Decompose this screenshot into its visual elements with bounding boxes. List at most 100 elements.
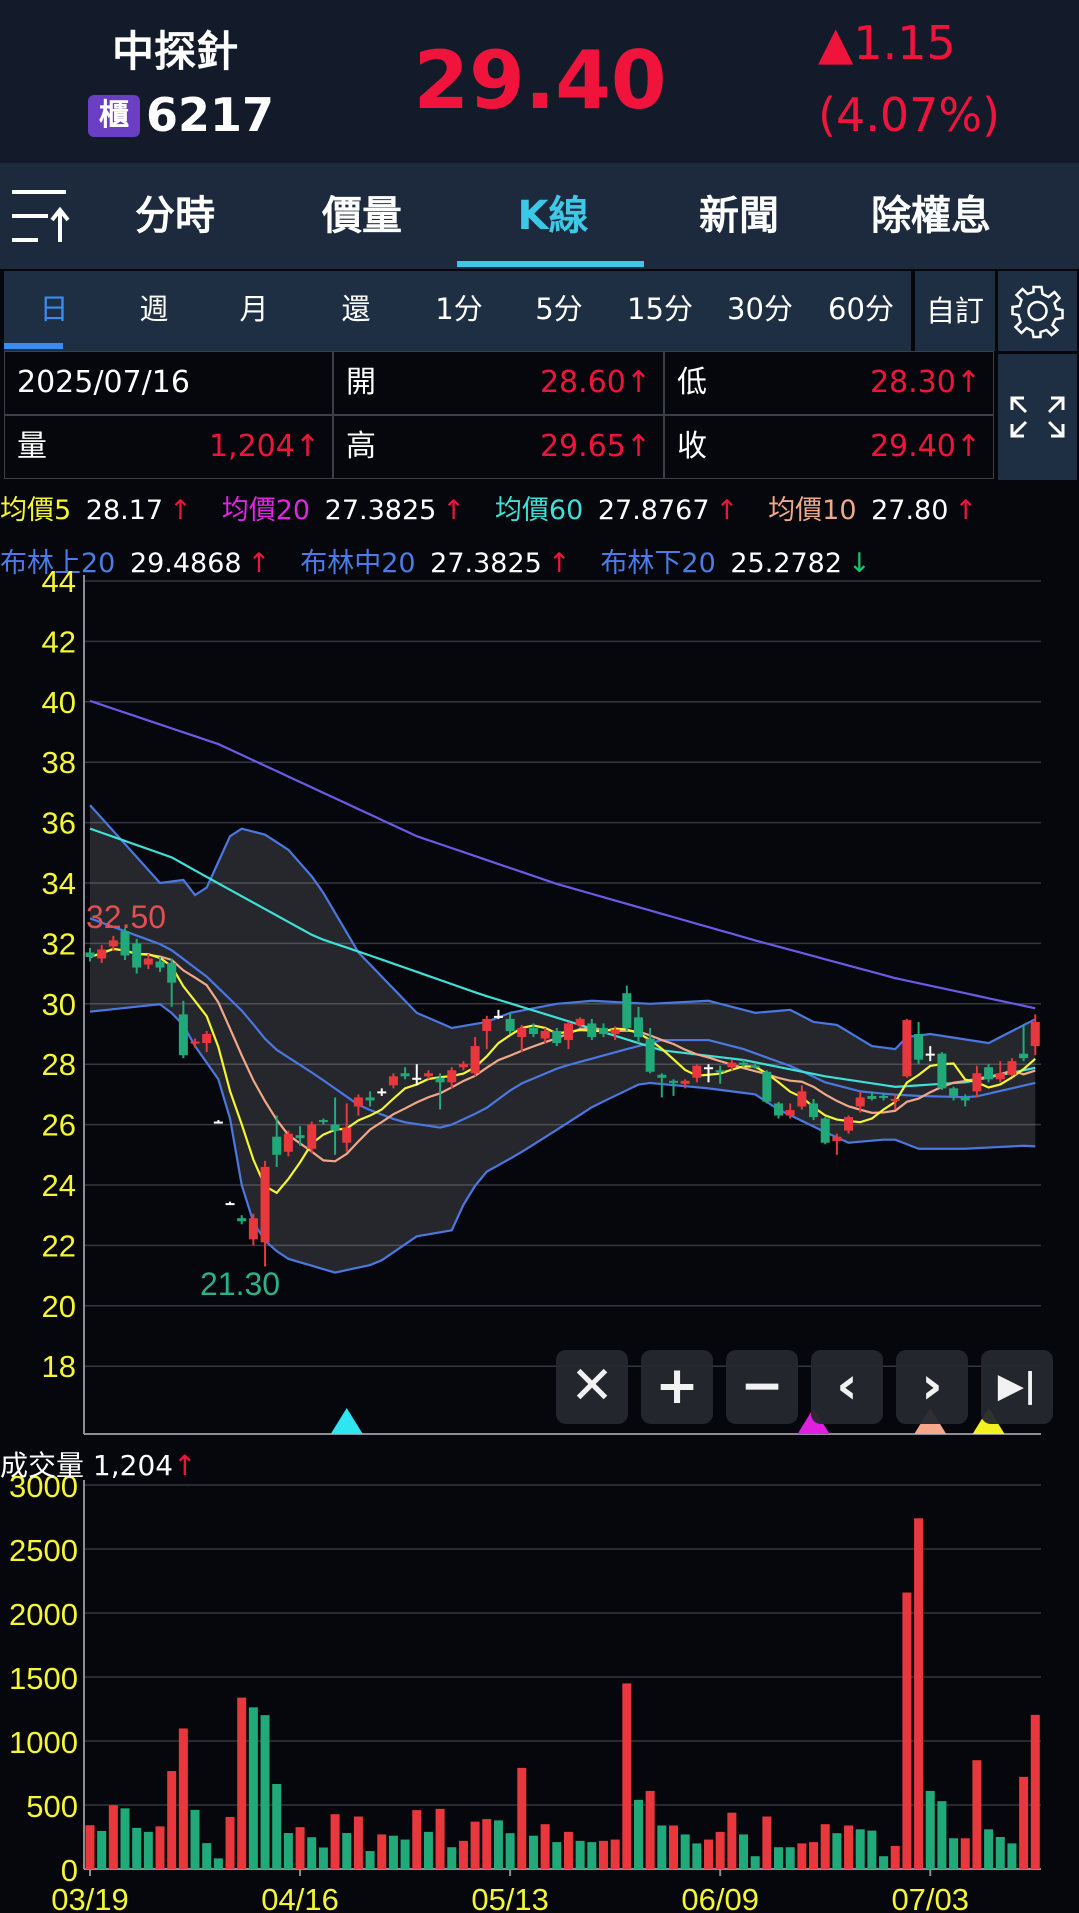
custom-period-button[interactable]: 自訂 — [915, 271, 995, 351]
volume-cell: 量 1,204↑ — [4, 415, 333, 479]
ma-legend-value: 27.8767 — [589, 495, 710, 526]
volume-current: 1,204 — [92, 1449, 174, 1482]
ma10-line — [89, 947, 1036, 1163]
candle-body — [540, 1030, 550, 1039]
candle-body — [505, 1018, 515, 1031]
gear-icon[interactable] — [998, 271, 1077, 351]
candle-body — [155, 961, 165, 968]
sort-menu-icon[interactable] — [10, 188, 76, 244]
volume-bar — [797, 1843, 807, 1869]
candle-body — [377, 1091, 387, 1094]
price-tick-label: 26 — [42, 1108, 76, 1143]
period-30min[interactable]: 30分 — [715, 271, 805, 351]
low-price-label: 21.30 — [200, 1266, 280, 1302]
period-60min[interactable]: 60分 — [816, 271, 906, 351]
boll-legend-value: 29.4868 — [121, 548, 242, 579]
jump-latest-button[interactable]: ▶| — [981, 1350, 1053, 1424]
candle-body — [995, 1073, 1005, 1080]
volume-tick-label: 2500 — [9, 1533, 78, 1568]
zoom-out-button[interactable]: − — [726, 1350, 798, 1424]
last-price: 29.40 — [413, 34, 667, 127]
candle-body — [108, 940, 118, 947]
period-5min[interactable]: 5分 — [514, 271, 604, 351]
boll-lower-line — [89, 1003, 1036, 1274]
volume-bar — [493, 1820, 503, 1869]
candle-body — [447, 1070, 457, 1083]
volume-bar — [984, 1829, 994, 1869]
volume-bar — [925, 1790, 935, 1869]
candle-body — [517, 1027, 527, 1038]
volume-arrow-icon: ↑ — [173, 1449, 197, 1482]
volume-bar — [295, 1827, 305, 1869]
volume-bar — [482, 1819, 492, 1869]
ma-legend-value: 27.80 — [862, 495, 949, 526]
candle-body — [528, 1027, 538, 1034]
arrow-icon: ↑ — [442, 495, 465, 526]
candle-body — [435, 1077, 445, 1083]
volume-bar — [692, 1843, 702, 1869]
candle-body — [680, 1080, 690, 1084]
volume-title: 成交量 — [0, 1449, 85, 1482]
volume-bar — [552, 1842, 562, 1869]
volume-bar — [867, 1830, 877, 1869]
period-week[interactable]: 週 — [109, 271, 199, 351]
candle-body — [318, 1120, 328, 1123]
volume-bar — [132, 1827, 142, 1869]
volume-bar — [190, 1809, 200, 1869]
date-tick-label: 04/16 — [261, 1882, 339, 1913]
candle-body — [879, 1095, 889, 1098]
candle-body — [727, 1062, 737, 1068]
price-tick-label: 36 — [42, 806, 76, 841]
boll-mid-line — [89, 917, 1036, 1129]
open-cell: 開 28.60↑ — [333, 351, 664, 415]
volume-bar — [108, 1805, 118, 1869]
boll-legend-label: 布林中20 — [300, 548, 416, 579]
scroll-left-button[interactable]: ‹ — [811, 1350, 883, 1424]
candle-body — [949, 1088, 959, 1096]
volume-bar — [167, 1771, 177, 1869]
candle-body — [295, 1135, 305, 1139]
candle-body — [1007, 1061, 1017, 1075]
tab-intraday[interactable]: 分時 — [100, 163, 250, 269]
close-cell: 收 29.40↑ — [664, 415, 994, 479]
volume-tick-label: 1500 — [9, 1661, 78, 1696]
volume-bar — [388, 1835, 398, 1869]
candle-body — [890, 1098, 900, 1101]
volume-bar — [622, 1683, 632, 1869]
price-tick-label: 40 — [42, 685, 76, 720]
zoom-in-button[interactable]: + — [641, 1350, 713, 1424]
tab-price-volume[interactable]: 價量 — [287, 163, 437, 269]
period-adjusted[interactable]: 還 — [311, 271, 401, 351]
open-label: 開 — [346, 365, 376, 400]
candle-body — [587, 1023, 597, 1038]
candle-body — [237, 1218, 247, 1222]
boll-legend-value: 27.3825 — [421, 548, 542, 579]
date-value: 2025/07/16 — [17, 365, 190, 400]
candle-body — [669, 1080, 678, 1083]
signal-triangle-icon — [330, 1408, 363, 1434]
stock-code: 6217 — [146, 88, 275, 142]
tab-kline[interactable]: K線 — [478, 163, 628, 269]
period-1min[interactable]: 1分 — [414, 271, 504, 351]
candle-body — [750, 1065, 760, 1068]
price-tick-label: 28 — [42, 1047, 76, 1082]
period-15min[interactable]: 15分 — [615, 271, 705, 351]
period-day[interactable]: 日 — [9, 271, 99, 351]
volume-bar — [365, 1851, 375, 1869]
period-month[interactable]: 月 — [209, 271, 299, 351]
close-button[interactable]: ✕ — [556, 1350, 628, 1424]
volume-bar — [225, 1816, 235, 1869]
volume-bar — [202, 1843, 212, 1869]
candle-body — [225, 1203, 235, 1206]
scroll-right-button[interactable]: › — [896, 1350, 968, 1424]
fullscreen-icon[interactable] — [998, 354, 1077, 480]
arrow-icon: ↑ — [169, 495, 192, 526]
date-tick-label: 03/19 — [51, 1882, 129, 1913]
tab-news[interactable]: 新聞 — [664, 163, 814, 269]
volume-bar — [400, 1839, 410, 1869]
volume-bar — [820, 1824, 830, 1869]
volume-bar — [587, 1842, 597, 1869]
active-period-indicator — [4, 343, 63, 349]
tab-dividends[interactable]: 除權息 — [856, 163, 1006, 269]
volume-bar — [774, 1847, 784, 1869]
